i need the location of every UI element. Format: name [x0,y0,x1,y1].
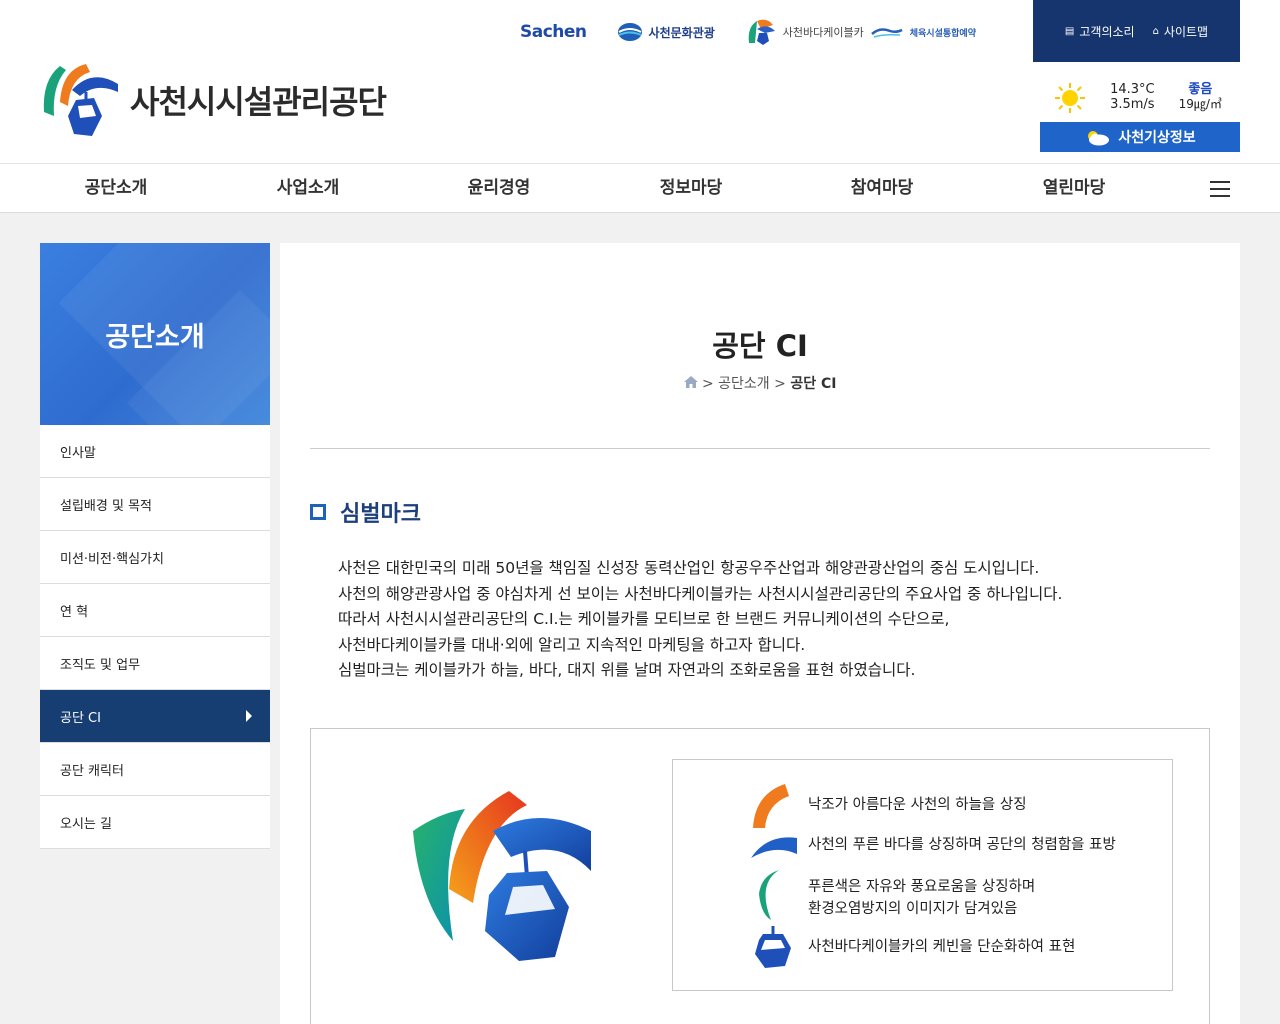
weather-info-button[interactable]: 사천기상정보 [1040,122,1240,152]
breadcrumb-parent[interactable]: 공단소개 [718,376,770,392]
sacheon-city-link[interactable]: Sachen [520,22,587,42]
description-line: 사천은 대한민국의 미래 50년을 책임질 신성장 동력산업인 항공우주산업과 … [338,559,1040,577]
sitemap-link[interactable]: ⌂ 사이트맵 [1153,23,1209,40]
sidebar-item-background[interactable]: 설립배경 및 목적 [40,478,270,531]
sacheon-culture-tour-link[interactable]: 사천문화관광 [617,21,715,43]
gnb-item-business[interactable]: 사업소개 [238,164,378,212]
air-quality-status: 좋음 [1188,82,1213,97]
sidebar-header: 공단소개 [40,243,270,425]
sidebar-item-directions[interactable]: 오시는 길 [40,796,270,849]
gnb-item-open[interactable]: 열린마당 [1004,164,1144,212]
breadcrumb-current: 공단 CI [790,376,837,392]
temperature: 14.3°C [1110,82,1155,97]
sacheon-cable-car-link[interactable]: 사천바다케이블카 [745,17,864,47]
legend-text-land-2: 환경오염방지의 이미지가 담겨있음 [808,901,1018,917]
weather-values: 14.3°C 3.5m/s [1110,82,1155,112]
document-icon: ▤ [1064,25,1075,37]
gnb-item-about[interactable]: 공단소개 [46,164,186,212]
weather-widget: 14.3°C 3.5m/s 좋음 19㎍/㎥ 사천기상정보 [1040,82,1240,152]
sidebar: 공단소개 인사말 설립배경 및 목적 미션·비전·핵심가치 연 혁 조직도 및 … [40,243,270,849]
sidebar-item-mission[interactable]: 미션·비전·핵심가치 [40,531,270,584]
legend-text-sea: 사천의 푸른 바다를 상징하며 공단의 청렴함을 표방 [808,837,1116,853]
blue-sea-icon [751,837,797,858]
swimmer-icon [870,28,903,38]
logo-title: 사천시시설관리공단 [130,83,387,121]
site-header: Sachen 사천문화관광 사천바다케이블카 체육시설통합예약 ▤ 고객의소리 … [0,0,1280,163]
description-line: 사천의 해양관광사업 중 야심차게 선 보이는 사천바다케이블카는 사천시시설관… [338,584,1063,603]
wind-speed: 3.5m/s [1110,97,1155,112]
main-navigation: 공단소개 사업소개 윤리경영 정보마당 참여마당 열린마당 [0,163,1280,213]
gnb-item-participation[interactable]: 참여마당 [812,164,952,212]
corporation-logo-icon [43,64,118,136]
gnb-item-ethics[interactable]: 윤리경영 [429,164,569,212]
main-content: 공단 CI > 공단소개 > 공단 CI 심벌마크 사천은 대한민국의 미래 5… [280,243,1240,1024]
menu-icon[interactable] [1210,181,1230,197]
sports-facility-reservation-link[interactable]: 체육시설통합예약 [870,25,976,39]
sidebar-title: 공단소개 [105,321,205,353]
culture-logo-icon [617,23,642,41]
air-quality: 좋음 19㎍/㎥ [1179,82,1222,112]
legend-text-sky: 낙조가 아름다운 사천의 하늘을 상징 [808,797,1027,813]
description-line: 심벌마크는 케이블카가 하늘, 바다, 대지 위를 날며 자연과의 조화로움을 … [338,661,916,680]
home-icon: ⌂ [1152,25,1159,37]
sidebar-item-ci[interactable]: 공단 CI [40,690,270,743]
ci-symbol-mark [413,791,591,961]
green-land-icon [759,870,779,920]
sun-icon [1055,83,1085,113]
site-logo[interactable]: 사천시시설관리공단 [40,62,387,138]
cabin-icon [755,926,791,968]
breadcrumb-separator: > [701,376,714,392]
description-line: 따라서 사천시시설관리공단의 C.I.는 케이블카를 모티브로 한 브랜드 커뮤… [338,610,950,629]
cloud-icon [1088,131,1110,146]
arrow-right-icon [246,710,252,722]
page-title: 공단 CI [712,329,808,363]
sidebar-item-greeting[interactable]: 인사말 [40,425,270,478]
utility-menu: ▤ 고객의소리 ⌂ 사이트맵 [1033,0,1240,62]
ci-legend: 낙조가 아름다운 사천의 하늘을 상징 사천의 푸른 바다를 상징하며 공단의 … [672,759,1173,991]
gnb-item-information[interactable]: 정보마당 [621,164,761,212]
air-quality-value: 19㎍/㎥ [1178,97,1222,111]
cable-car-logo-icon [748,19,775,45]
square-bullet-icon [310,504,326,520]
title-divider [310,448,1210,449]
breadcrumb-separator: > [774,376,786,392]
orange-sky-icon [753,784,789,828]
home-icon[interactable] [683,376,698,392]
family-site-links: Sachen 사천문화관광 사천바다케이블카 체육시설통합예약 [520,14,976,50]
sidebar-item-history[interactable]: 연 혁 [40,584,270,637]
sidebar-item-organization[interactable]: 조직도 및 업무 [40,637,270,690]
legend-text-cabin: 사천바다케이블카의 케빈을 단순화하여 표현 [808,939,1076,955]
customer-voice-link[interactable]: ▤ 고객의소리 [1065,23,1135,40]
ci-symbol-box: 낙조가 아름다운 사천의 하늘을 상징 사천의 푸른 바다를 상징하며 공단의 … [310,728,1210,1024]
description: 사천은 대한민국의 미래 50년을 책임질 신성장 동력산업인 항공우주산업과 … [338,556,1218,684]
sidebar-item-character[interactable]: 공단 캐릭터 [40,743,270,796]
breadcrumb: > 공단소개 > 공단 CI [280,373,1240,393]
description-line: 사천바다케이블카를 대내·외에 알리고 지속적인 마케팅을 하고자 합니다. [338,635,806,654]
section-title: 심벌마크 [310,496,421,528]
legend-text-land-1: 푸른색은 자유와 풍요로움을 상징하며 [808,879,1036,895]
